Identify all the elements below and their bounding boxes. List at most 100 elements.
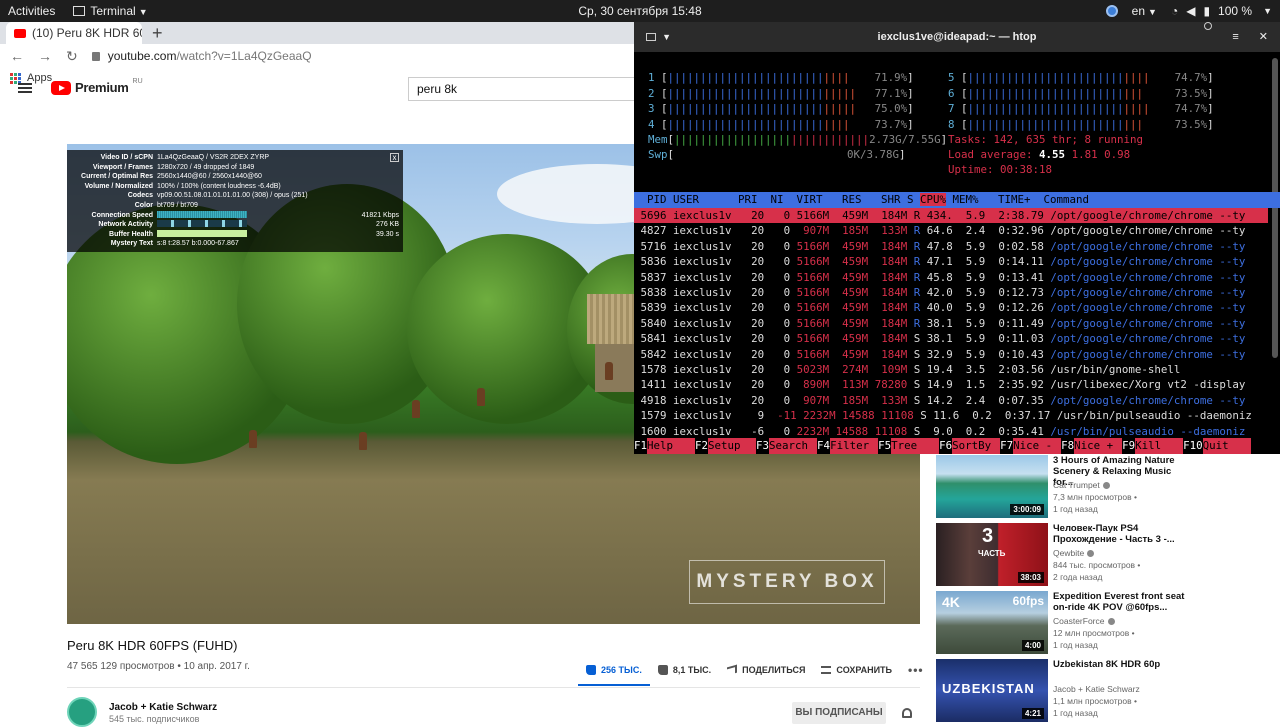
process-row[interactable]: 5837 iexclus1v 20 0 5166M 459M 184M R 45… bbox=[634, 270, 1268, 285]
shr: 133M bbox=[874, 393, 908, 407]
process-row[interactable]: 1600 iexclus1v -6 0 2232M 14588 11108 S … bbox=[634, 424, 1268, 439]
video-person bbox=[249, 430, 257, 448]
close-icon[interactable]: ✕ bbox=[1259, 22, 1268, 52]
video-thumbnail[interactable]: 3 ЧАСТЬ 38:03 bbox=[936, 523, 1048, 586]
hamburger-menu-icon[interactable]: ≡ bbox=[1232, 22, 1238, 52]
channel-name[interactable]: CoasterForce bbox=[1053, 616, 1115, 626]
stat-value: 276 KB bbox=[376, 221, 399, 229]
terminal-icon bbox=[73, 6, 86, 16]
video-thumbnail[interactable]: 3:00:09 bbox=[936, 455, 1048, 518]
command: /opt/google/chrome/chrome --ty bbox=[1050, 301, 1246, 315]
share-button[interactable]: ПОДЕЛИТЬСЯ bbox=[719, 662, 813, 678]
res: 14588 bbox=[835, 424, 869, 438]
function-key-f10[interactable]: F10 Quit bbox=[1183, 438, 1251, 454]
subscribed-button[interactable]: ВЫ ПОДПИСАНЫ bbox=[792, 702, 886, 724]
recommended-video[interactable]: 3:00:09 3 Hours of Amazing Nature Scener… bbox=[936, 455, 1280, 523]
recommended-video[interactable]: 3 ЧАСТЬ 38:03 Человек-Паук PS4 Прохожден… bbox=[936, 523, 1280, 591]
function-key-f1[interactable]: F1 Help bbox=[634, 438, 696, 454]
video-title[interactable]: Человек-Паук PS4 Прохождение - Часть 3 -… bbox=[1053, 523, 1193, 545]
save-button[interactable]: СОХРАНИТЬ bbox=[813, 662, 900, 678]
res: 459M bbox=[835, 209, 869, 222]
time: 0:07.35 bbox=[991, 393, 1044, 407]
process-row[interactable]: 5840 iexclus1v 20 0 5166M 459M 184M R 38… bbox=[634, 316, 1268, 331]
terminal-tab-menu[interactable]: ▼ bbox=[646, 22, 671, 52]
function-key-f8[interactable]: F8 Nice + bbox=[1061, 438, 1123, 454]
mem-meter: Mem[||||||||||||||||||||||||||||||2.73G/… bbox=[648, 133, 948, 146]
process-row[interactable]: 1578 iexclus1v 20 0 5023M 274M 109M S 19… bbox=[634, 362, 1268, 377]
system-menu[interactable]: ◔ ◀ ▮ 100 % ▼ bbox=[1171, 4, 1272, 18]
menu-icon[interactable] bbox=[18, 83, 32, 93]
terminal-scrollbar[interactable] bbox=[1272, 58, 1278, 358]
shr: 11108 bbox=[881, 409, 914, 423]
activities-button[interactable]: Activities bbox=[8, 4, 55, 18]
channel-name[interactable]: Cat Trumpet bbox=[1053, 480, 1110, 490]
language-selector[interactable]: en ▼ bbox=[1132, 4, 1157, 18]
header-cpu-sorted[interactable]: CPU% bbox=[920, 193, 947, 206]
process-row[interactable]: 5838 iexclus1v 20 0 5166M 459M 184M R 42… bbox=[634, 285, 1268, 300]
dislike-button[interactable]: 8,1 ТЫС. bbox=[650, 662, 719, 678]
process-row[interactable]: 5836 iexclus1v 20 0 5166M 459M 184M R 47… bbox=[634, 254, 1268, 269]
process-row[interactable]: 1411 iexclus1v 20 0 890M 113M 78280 S 14… bbox=[634, 377, 1268, 392]
function-key-f9[interactable]: F9 Kill bbox=[1122, 438, 1184, 454]
channel-avatar[interactable] bbox=[67, 697, 97, 727]
browser-tab[interactable]: (10) Peru 8K HDR 60F ✕ bbox=[6, 22, 142, 44]
video-thumbnail[interactable]: UZBEKISTAN 4:21 bbox=[936, 659, 1048, 722]
process-row[interactable]: 5716 iexclus1v 20 0 5166M 459M 184M R 47… bbox=[634, 239, 1268, 254]
video-thumbnail[interactable]: 4K 60fps 4:00 bbox=[936, 591, 1048, 654]
search-input[interactable]: peru 8k bbox=[408, 77, 638, 101]
pid: 5841 bbox=[634, 332, 667, 346]
address-bar[interactable]: youtube.com/watch?v=1La4QzGeaaQ bbox=[91, 49, 312, 63]
function-key-f2[interactable]: F2 Setup bbox=[695, 438, 757, 454]
search-icon[interactable] bbox=[1204, 22, 1213, 30]
process-row[interactable]: 5839 iexclus1v 20 0 5166M 459M 184M R 40… bbox=[634, 300, 1268, 315]
stats-close-button[interactable]: x bbox=[390, 153, 399, 162]
process-row[interactable]: 5696 iexclus1v 20 0 5166M 459M 184M R 43… bbox=[634, 208, 1268, 224]
youtube-favicon-icon bbox=[14, 28, 26, 38]
process-row[interactable]: 5842 iexclus1v 20 0 5166M 459M 184M S 32… bbox=[634, 347, 1268, 362]
process-row[interactable]: 4827 iexclus1v 20 0 907M 185M 133M R 64.… bbox=[634, 223, 1268, 238]
fkey-label: Nice - bbox=[1013, 438, 1062, 454]
app-menu-label: Terminal bbox=[90, 4, 136, 18]
new-tab-button[interactable]: + bbox=[152, 22, 163, 44]
clock[interactable]: Ср, 30 сентября 15:48 bbox=[0, 0, 1280, 22]
function-key-f7[interactable]: F7 Nice - bbox=[1000, 438, 1062, 454]
process-table-header[interactable]: PID USER PRI NI VIRT RES SHR S CPU% MEM%… bbox=[634, 192, 1280, 208]
terminal-window[interactable]: ▼ iexclus1ve@ideapad:~ — htop ≡ ✕ 1 [|||… bbox=[634, 22, 1280, 454]
process-row[interactable]: 4918 iexclus1v 20 0 907M 185M 133M S 14.… bbox=[634, 393, 1268, 408]
video-title[interactable]: Expedition Everest front seat on-ride 4K… bbox=[1053, 591, 1193, 613]
process-row[interactable]: 1579 iexclus1v 9 -11 2232M 14588 11108 S… bbox=[634, 408, 1268, 423]
function-key-f6[interactable]: F6 SortBy bbox=[939, 438, 1001, 454]
channel-name[interactable]: Jacob + Katie Schwarz bbox=[1053, 684, 1140, 694]
mem-percent: 5.9 bbox=[965, 209, 986, 222]
recommended-video[interactable]: 4K 60fps 4:00 Expedition Everest front s… bbox=[936, 591, 1280, 659]
state: S bbox=[913, 363, 921, 376]
reload-icon[interactable]: ↻ bbox=[66, 48, 78, 65]
function-key-f5[interactable]: F5 Tree bbox=[878, 438, 940, 454]
function-key-f3[interactable]: F3 Search bbox=[756, 438, 818, 454]
forward-icon[interactable]: → bbox=[38, 48, 52, 64]
back-icon[interactable]: ← bbox=[10, 48, 24, 64]
recommended-video[interactable]: UZBEKISTAN 4:21 Uzbekistan 8K HDR 60p Ja… bbox=[936, 659, 1280, 727]
video-person bbox=[359, 432, 367, 450]
tray-app-icon[interactable] bbox=[1105, 5, 1118, 17]
mem-percent: 5.9 bbox=[965, 347, 986, 361]
time: 0:14.11 bbox=[991, 255, 1044, 269]
fkey-label: Filter bbox=[830, 438, 879, 454]
process-row[interactable]: 5841 iexclus1v 20 0 5166M 459M 184M S 38… bbox=[634, 331, 1268, 346]
video-title[interactable]: Uzbekistan 8K HDR 60p bbox=[1053, 659, 1193, 670]
app-menu[interactable]: Terminal ▼ bbox=[73, 4, 148, 18]
more-actions-icon[interactable]: ••• bbox=[900, 662, 932, 678]
state: R bbox=[913, 255, 921, 269]
command: /opt/google/chrome/chrome --ty bbox=[1050, 347, 1246, 361]
channel-name[interactable]: Qewbite bbox=[1053, 548, 1095, 558]
like-button[interactable]: 256 ТЫС. bbox=[578, 662, 650, 686]
nice: 0 bbox=[777, 347, 791, 361]
nice: 0 bbox=[777, 424, 791, 438]
function-key-f4[interactable]: F4 Filter bbox=[817, 438, 879, 454]
mem-percent: 0.2 bbox=[972, 409, 992, 423]
mem-used-bars: |||||||||||||||||| bbox=[674, 133, 792, 146]
youtube-logo[interactable]: Premium RU bbox=[51, 78, 143, 95]
notification-bell-icon[interactable] bbox=[902, 708, 912, 718]
cpu-percent: 64.6 bbox=[926, 224, 953, 238]
channel-name[interactable]: Jacob + Katie Schwarz bbox=[109, 702, 217, 713]
